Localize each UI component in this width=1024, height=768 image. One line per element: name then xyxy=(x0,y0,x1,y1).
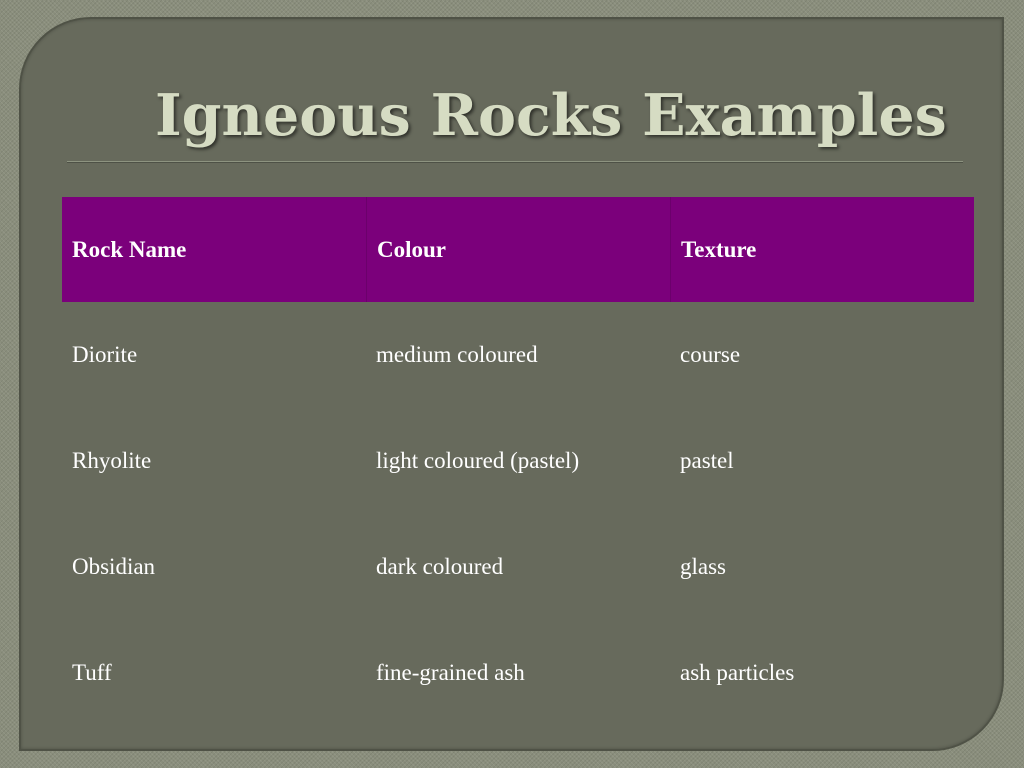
table-row: Diorite medium coloured course xyxy=(62,302,974,408)
table-cell-rock-name: Obsidian xyxy=(72,554,156,579)
table-row: Rhyolite light coloured (pastel) pastel xyxy=(62,408,974,514)
table-cell-colour: fine-grained ash xyxy=(376,660,525,685)
table-row: Tuff fine-grained ash ash particles xyxy=(62,620,974,726)
table-cell-texture: glass xyxy=(680,554,726,579)
table-cell-texture: pastel xyxy=(680,448,734,473)
table-cell-texture: course xyxy=(680,342,741,367)
header-cell-rock-name: Rock Name xyxy=(72,236,187,262)
header-cell-texture: Texture xyxy=(670,197,974,302)
table-cell-rock-name: Diorite xyxy=(72,342,138,367)
rocks-table: Rock Name Colour Texture Diorite medium … xyxy=(62,197,974,726)
table-header-row: Rock Name Colour Texture xyxy=(62,197,974,302)
table-cell-colour: dark coloured xyxy=(376,554,504,579)
table-cell-rock-name: Rhyolite xyxy=(72,448,152,473)
slide-title: Igneous Rocks Examples xyxy=(155,82,947,149)
table-cell-colour: light coloured (pastel) xyxy=(376,448,580,473)
header-cell-colour: Colour xyxy=(366,197,670,302)
title-divider xyxy=(67,161,963,163)
slide-panel: Igneous Rocks Examples Rock Name Colour … xyxy=(19,17,1004,751)
table-cell-colour: medium coloured xyxy=(376,342,538,367)
table-cell-rock-name: Tuff xyxy=(72,660,112,685)
table-row: Obsidian dark coloured glass xyxy=(62,514,974,620)
table-cell-texture: ash particles xyxy=(680,660,795,685)
